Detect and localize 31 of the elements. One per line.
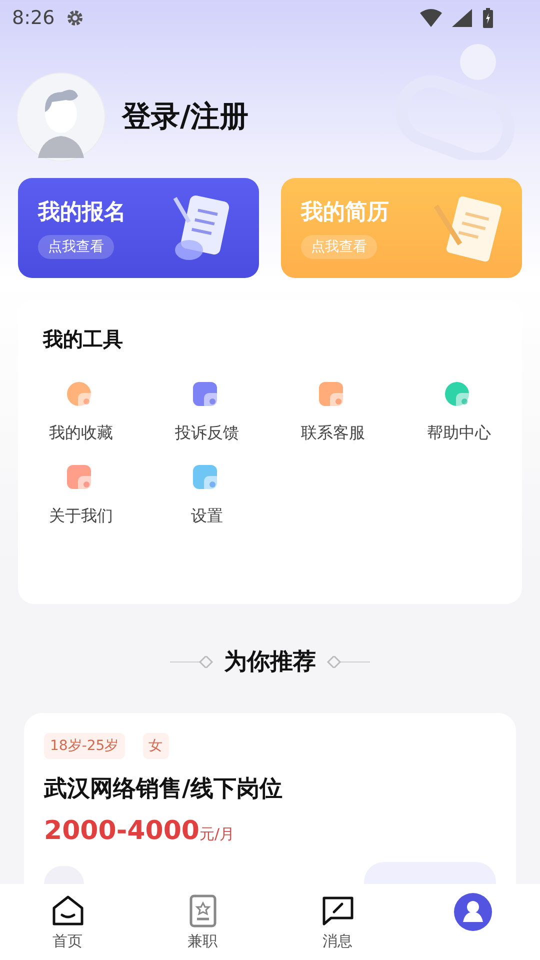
login-link[interactable]: 登录/注册 (122, 97, 249, 137)
nav-tab[interactable]: 消息 (270, 884, 405, 960)
salary-amount: 2000-4000 (44, 816, 200, 846)
diamond-ornament (170, 656, 214, 668)
profile-icon (452, 892, 492, 932)
tool-item[interactable]: 我的收藏 (18, 379, 144, 444)
salary-unit: 元/月 (200, 825, 235, 844)
avatar-icon (16, 72, 106, 162)
section-title: 我的工具 (42, 326, 124, 353)
tool-item[interactable]: 投诉反馈 (144, 379, 270, 444)
tool-item[interactable]: 帮助中心 (396, 379, 522, 444)
job-card[interactable]: 18岁-25岁 女 武汉网络销售/线下岗位 2000-4000元/月 (24, 713, 516, 884)
nav-tab[interactable]: 兼职 (135, 884, 270, 960)
diamond-ornament (326, 656, 370, 668)
status-time: 8:26 (12, 7, 55, 29)
tool-item[interactable]: 联系客服 (270, 379, 396, 444)
job-title: 武汉网络销售/线下岗位 (44, 775, 284, 804)
battery-icon (482, 8, 494, 28)
signal-icon (452, 9, 472, 27)
section-title: 为你推荐 (224, 648, 316, 677)
home-icon (50, 894, 84, 928)
job-tag: 女 (142, 733, 169, 759)
shortcut-card[interactable]: 我的报名 点我查看 (18, 178, 259, 278)
card-title: 我的简历 (301, 199, 389, 227)
card-title: 我的报名 (38, 199, 126, 227)
tool-item[interactable]: 关于我们 (18, 462, 144, 527)
view-button[interactable]: 点我查看 (38, 235, 114, 259)
tool-item[interactable]: 设置 (144, 462, 270, 527)
wifi-icon (420, 9, 442, 27)
job-tag: 18岁-25岁 (44, 733, 125, 759)
nav-tab[interactable]: 首页 (0, 884, 135, 960)
